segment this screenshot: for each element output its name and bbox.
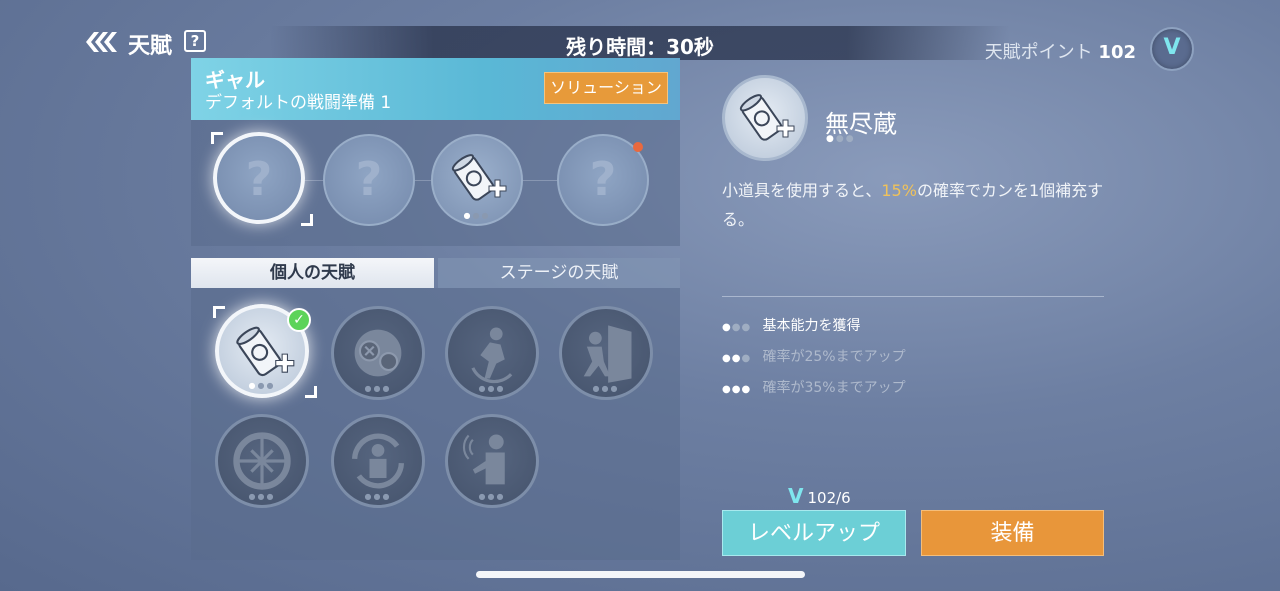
v-icon: V (1163, 35, 1181, 60)
timer-bar: 残り時間：30秒 (270, 26, 1010, 60)
talent-rotation-person[interactable]: ●●● (331, 414, 425, 508)
back-chevrons-icon (86, 32, 117, 52)
cost-value: 102/6 (807, 489, 851, 507)
v-icon: V (788, 484, 804, 508)
level-dots: ●●● (248, 492, 276, 501)
level-text: 確率が25%までアップ (762, 349, 906, 365)
talent-tabs: 個人の天賦 ステージの天賦 (191, 258, 680, 288)
crouching-runner-icon (471, 327, 513, 384)
v-badge-button[interactable]: V (1150, 27, 1194, 71)
equipped-slot-1[interactable]: ? (213, 132, 305, 224)
talent-points: 天賦ポイント 102 (985, 38, 1136, 64)
level-dots: ●●● (478, 492, 506, 501)
equipped-slots-panel: ? ? ●●● ? (191, 120, 680, 246)
divider (722, 296, 1104, 297)
tab-personal[interactable]: 個人の天賦 (191, 258, 434, 288)
upgrade-cost: V 102/6 (788, 484, 851, 508)
talent-crosshair[interactable]: ●●● (215, 414, 309, 508)
desc-text: 小道具を使用すると、 (722, 181, 882, 200)
talent-grid: ●●● ✓ ●●● ●●● ●●● ●●● ●●● ●●● (191, 288, 680, 560)
talent-level-dots: ●●● (826, 134, 856, 144)
level-row-2: ●●● 確率が25%までアップ (722, 349, 906, 365)
detail-talent-icon (722, 75, 808, 161)
equipped-check-icon: ✓ (287, 308, 311, 332)
selection-corner (301, 214, 313, 226)
character-loadout: デフォルトの戦闘準備 1 (205, 93, 392, 113)
page-title: 天賦 (128, 34, 173, 59)
level-dots: ●●● (592, 384, 620, 393)
unknown-slot-icon: ? (355, 152, 383, 206)
can-plus-icon (236, 326, 295, 377)
equip-button[interactable]: 装備 (921, 510, 1104, 556)
unknown-slot-icon: ? (589, 152, 617, 206)
level-text: 基本能力を獲得 (762, 318, 861, 334)
talent-points-value: 102 (1098, 42, 1136, 63)
level-row-3: ●●● 確率が35%までアップ (722, 380, 906, 396)
talent-description: 小道具を使用すると、15%の確率でカンを1個補充する。 (722, 176, 1122, 234)
talent-waving-person[interactable]: ●●● (445, 414, 539, 508)
solution-button[interactable]: ソリューション (544, 72, 668, 104)
level-dots: ●●● (478, 384, 506, 393)
equipped-slot-2[interactable]: ? (323, 134, 415, 226)
can-plus-icon (451, 154, 507, 201)
desc-highlight: 15% (881, 181, 917, 200)
talent-crouching-runner[interactable]: ●●● (445, 306, 539, 400)
talent-escaping-door[interactable]: ●●● (559, 306, 653, 400)
talent-diving-helmet[interactable]: ●●● (331, 306, 425, 400)
back-button[interactable] (84, 30, 120, 54)
level-dots: ●●● (463, 211, 491, 220)
level-dots: ●●● (364, 384, 392, 393)
selection-corner (213, 306, 225, 318)
talent-points-label: 天賦ポイント (984, 42, 1093, 63)
notification-dot (633, 142, 643, 152)
level-text: 確率が35%までアップ (762, 380, 906, 396)
level-dots: ●●● (248, 381, 276, 390)
selection-corner (211, 132, 223, 144)
equipped-slot-3[interactable]: ●●● (431, 134, 523, 226)
selection-corner (305, 386, 317, 398)
help-icon[interactable]: ? (184, 30, 206, 52)
tab-stage[interactable]: ステージの天賦 (438, 258, 680, 288)
diving-helmet-icon (354, 329, 402, 377)
can-plus-icon (739, 94, 795, 141)
level-up-button[interactable]: レベルアップ (722, 510, 906, 556)
home-indicator[interactable] (476, 571, 805, 578)
timer-text: 残り時間：30秒 (566, 35, 714, 59)
level-row-1: ●●● 基本能力を獲得 (722, 318, 861, 334)
unknown-slot-icon: ? (245, 152, 273, 206)
waving-person-icon (462, 434, 505, 485)
level-dots: ●●● (364, 492, 392, 501)
character-header: ギャル デフォルトの戦闘準備 1 ソリューション (191, 58, 680, 120)
rotation-person-icon (351, 433, 405, 489)
escaping-door-icon (583, 325, 632, 383)
crosshair-target-icon (233, 432, 291, 490)
